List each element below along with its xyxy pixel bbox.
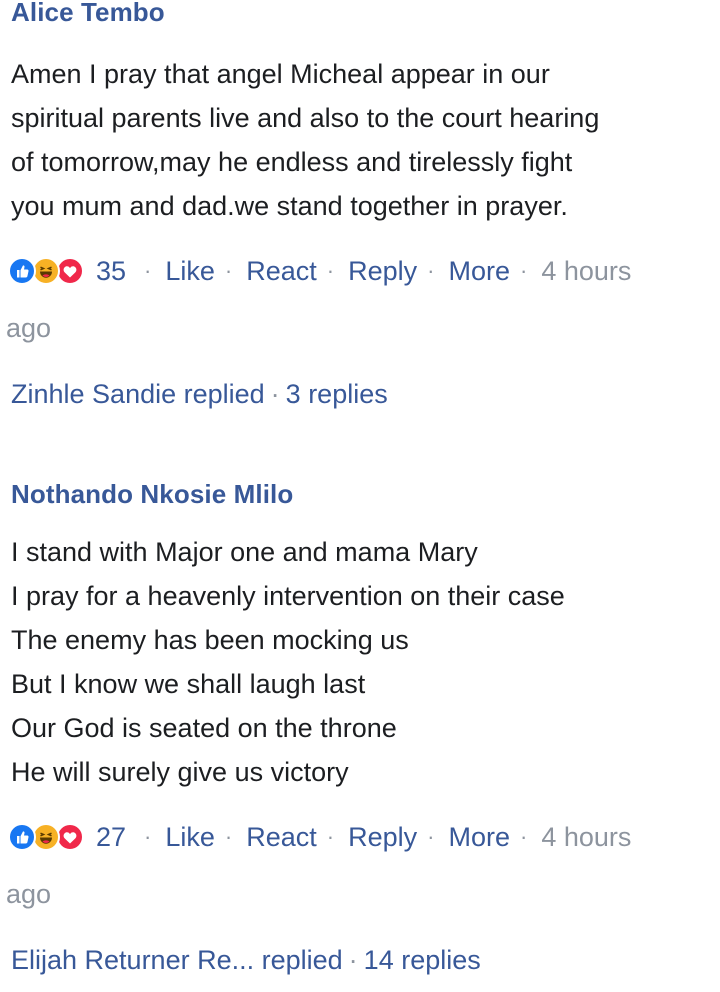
timestamp: 4 hours (541, 255, 632, 286)
separator-dot: · (144, 258, 152, 283)
replies-count: 3 replies (285, 379, 388, 409)
replies-who: Elijah Returner Re... replied (11, 945, 343, 975)
separator-dot: · (270, 379, 280, 409)
replies-count: 14 replies (363, 945, 481, 975)
separator-dot: · (348, 945, 358, 975)
separator-dot: · (427, 258, 435, 283)
comment-line: Our God is seated on the throne (11, 713, 397, 743)
comment-line: He will surely give us victory (11, 757, 349, 787)
like-button[interactable]: Like (165, 822, 215, 853)
haha-icon (32, 257, 60, 285)
comment-line: you mum and dad.we stand together in pra… (11, 191, 568, 221)
comment-line: But I know we shall laugh last (11, 669, 366, 699)
view-replies-link[interactable]: Elijah Returner Re... replied · 14 replies (11, 945, 481, 976)
comment-body: Amen I pray that angel Micheal appear in… (11, 52, 711, 228)
react-button[interactable]: React (246, 822, 317, 853)
reply-button[interactable]: Reply (348, 822, 417, 853)
comment-line: spiritual parents live and also to the c… (11, 103, 600, 133)
timestamp-continued: ago (6, 879, 52, 909)
comment-actions: 35 · Like · React · Reply · More · 4 hou… (8, 251, 631, 291)
comment-author[interactable]: Nothando Nkosie Mlilo (11, 479, 293, 510)
reaction-icons[interactable] (8, 255, 94, 287)
separator-dot: · (144, 824, 152, 849)
comment-line: of tomorrow,may he endless and tirelessl… (11, 147, 573, 177)
comment-line: I pray for a heavenly intervention on th… (11, 581, 565, 611)
separator-dot: · (519, 258, 528, 283)
comment-body: I stand with Major one and mama Mary I p… (11, 530, 711, 794)
reply-button[interactable]: Reply (348, 256, 417, 287)
love-icon (56, 823, 84, 851)
comment-line: The enemy has been mocking us (11, 625, 409, 655)
separator-dot: · (519, 824, 528, 849)
view-replies-link[interactable]: Zinhle Sandie replied · 3 replies (11, 379, 388, 410)
reaction-count[interactable]: 35 (96, 256, 126, 287)
separator-dot: · (224, 258, 233, 283)
separator-dot: · (224, 824, 233, 849)
haha-icon (32, 823, 60, 851)
more-button[interactable]: More (448, 822, 510, 853)
comment-line: Amen I pray that angel Micheal appear in… (11, 59, 550, 89)
separator-dot: · (326, 258, 335, 283)
like-icon (8, 257, 36, 285)
timestamp-continued: ago (6, 313, 52, 343)
comment-line: I stand with Major one and mama Mary (11, 537, 478, 567)
like-button[interactable]: Like (165, 256, 215, 287)
replies-who: Zinhle Sandie replied (11, 379, 265, 409)
timestamp: 4 hours (541, 821, 632, 852)
separator-dot: · (427, 824, 435, 849)
reaction-icons[interactable] (8, 821, 94, 853)
comment-actions: 27 · Like · React · Reply · More · 4 hou… (8, 817, 631, 857)
love-icon (56, 257, 84, 285)
more-button[interactable]: More (448, 256, 510, 287)
separator-dot: · (326, 824, 335, 849)
react-button[interactable]: React (246, 256, 317, 287)
like-icon (8, 823, 36, 851)
comment-author[interactable]: Alice Tembo (11, 0, 165, 28)
reaction-count[interactable]: 27 (96, 822, 126, 853)
